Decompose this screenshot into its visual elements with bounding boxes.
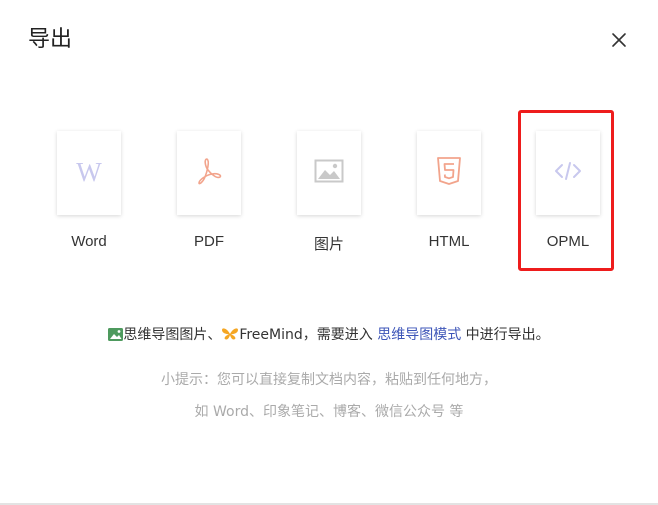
dialog-title: 导出 — [28, 27, 73, 52]
word-icon: W — [74, 157, 104, 188]
format-tile[interactable]: W — [57, 131, 121, 215]
butterfly-icon — [221, 327, 239, 347]
export-format-word[interactable]: W Word — [57, 131, 121, 250]
export-dialog: 导出 W Word PDF 图片 HTML OPML 思维导图图片、 FreeM… — [0, 0, 658, 505]
notice-suffix-text: 中进行导出。 — [461, 327, 550, 343]
export-format-image[interactable]: 图片 — [297, 131, 361, 253]
pdf-icon — [193, 155, 225, 191]
close-icon[interactable] — [608, 29, 630, 51]
format-tile[interactable] — [297, 131, 361, 215]
export-format-html[interactable]: HTML — [417, 131, 481, 250]
notice-image-text: 思维导图图片、 — [123, 327, 222, 343]
tip-line-1: 小提示：您可以直接复制文档内容，粘贴到任何地方， — [161, 372, 497, 388]
mindmap-export-notice: 思维导图图片、 FreeMind，需要进入 思维导图模式 中进行导出。 — [0, 325, 658, 347]
notice-freemind-text: FreeMind，需要进入 — [239, 327, 378, 343]
export-format-pdf[interactable]: PDF — [177, 131, 241, 250]
html5-icon — [437, 157, 461, 189]
format-tile[interactable] — [417, 131, 481, 215]
opml-highlight-box — [518, 110, 614, 271]
picture-icon — [108, 327, 124, 347]
mindmap-mode-link[interactable]: 思维导图模式 — [377, 327, 461, 343]
tip-line-2: 如 Word、印象笔记、博客、微信公众号 等 — [194, 404, 464, 420]
image-icon — [314, 159, 344, 187]
format-tile[interactable] — [177, 131, 241, 215]
svg-text:W: W — [76, 158, 102, 184]
